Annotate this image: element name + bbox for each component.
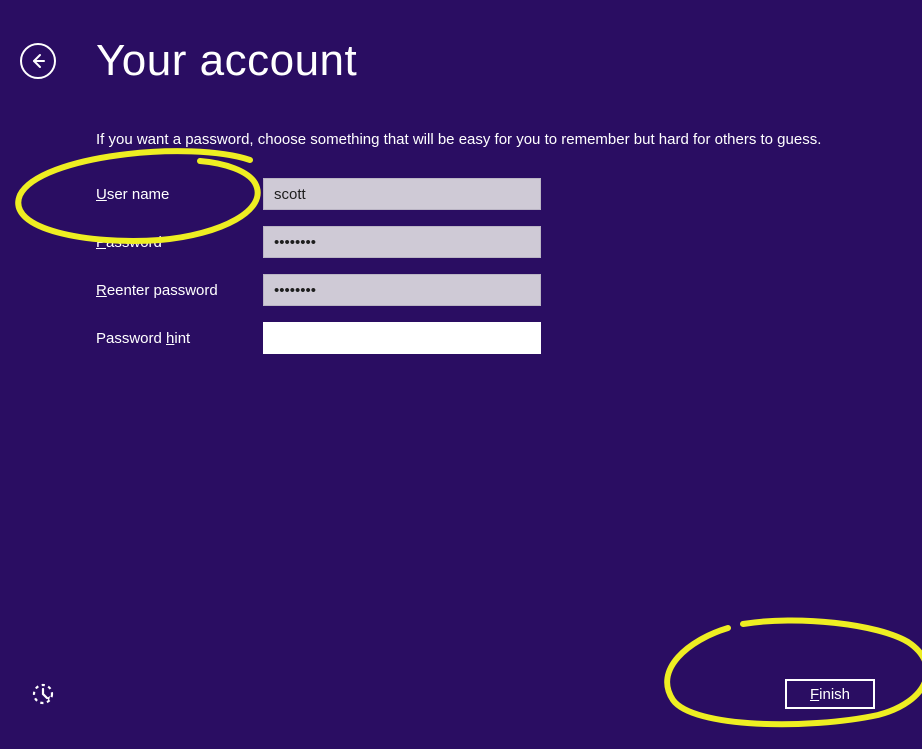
- content-area: If you want a password, choose something…: [96, 130, 836, 370]
- row-hint: Password hint: [96, 322, 836, 354]
- arrow-left-icon: [28, 51, 48, 71]
- finish-button[interactable]: Finish: [785, 679, 875, 709]
- password-hint-input[interactable]: [263, 322, 541, 354]
- back-button[interactable]: [20, 43, 56, 79]
- row-username: User name: [96, 178, 836, 210]
- ease-of-access-button[interactable]: [30, 681, 56, 707]
- row-reenter: Reenter password: [96, 274, 836, 306]
- label-username: User name: [96, 186, 263, 203]
- page-title: Your account: [96, 36, 357, 86]
- row-password: Password: [96, 226, 836, 258]
- annotation-circle-finish: [648, 610, 922, 740]
- label-hint: Password hint: [96, 330, 263, 347]
- footer: Finish: [0, 679, 922, 709]
- label-password: Password: [96, 234, 263, 251]
- header: Your account: [0, 0, 922, 86]
- instructions-text: If you want a password, choose something…: [96, 130, 836, 150]
- reenter-password-input[interactable]: [263, 274, 541, 306]
- ease-of-access-icon: [30, 681, 56, 707]
- username-input[interactable]: [263, 178, 541, 210]
- password-input[interactable]: [263, 226, 541, 258]
- label-reenter: Reenter password: [96, 282, 263, 299]
